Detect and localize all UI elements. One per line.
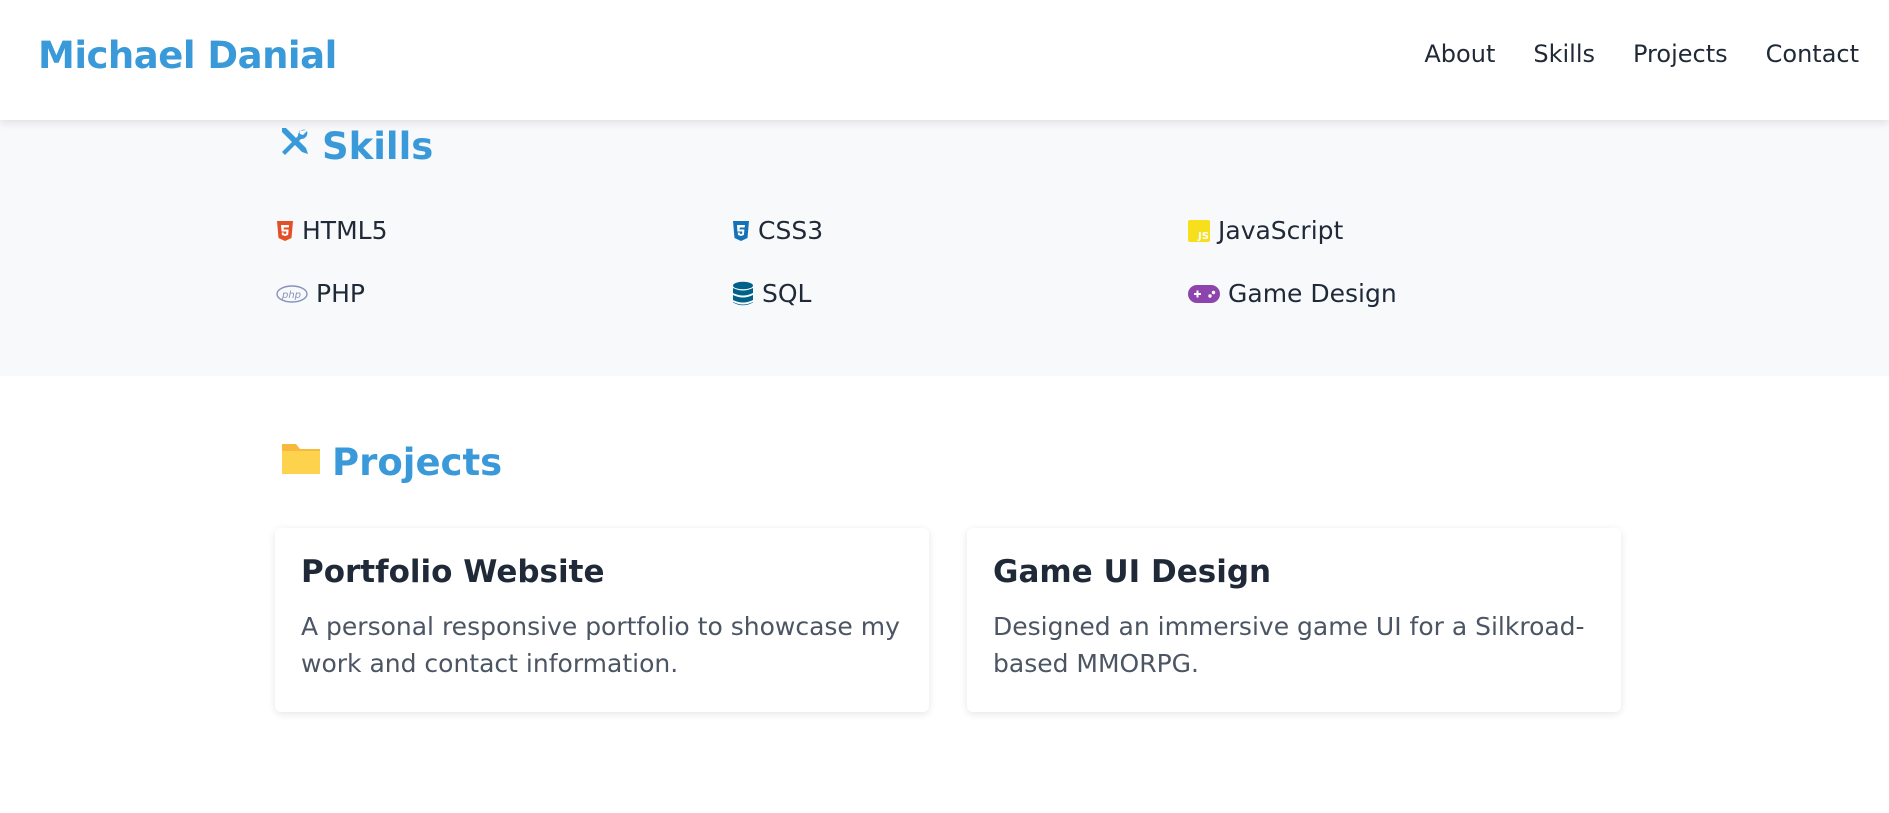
css3-icon — [732, 220, 750, 242]
svg-text:JS: JS — [1197, 231, 1209, 242]
brand-logo[interactable]: Michael Danial — [38, 34, 337, 77]
skill-item-game-design: Game Design — [1188, 279, 1397, 308]
skill-item-php: php PHP — [276, 279, 365, 308]
project-card-title: Game UI Design — [993, 554, 1272, 590]
javascript-icon: JS — [1188, 219, 1210, 242]
database-icon — [732, 281, 754, 307]
folder-icon — [280, 440, 322, 485]
projects-heading: Projects — [280, 440, 502, 485]
project-card-game-ui[interactable]: Game UI Design Designed an immersive gam… — [967, 528, 1621, 712]
nav-link-skills[interactable]: Skills — [1533, 40, 1595, 68]
skill-label: JavaScript — [1218, 216, 1344, 245]
project-card-title: Portfolio Website — [301, 554, 605, 590]
project-card-description: A personal responsive portfolio to showc… — [301, 612, 900, 678]
skill-item-javascript: JS JavaScript — [1188, 216, 1343, 245]
svg-text:php: php — [281, 290, 301, 301]
main-nav: About Skills Projects Contact — [1424, 40, 1859, 68]
project-card-description: Designed an immersive game UI for a Silk… — [993, 612, 1585, 678]
nav-link-contact[interactable]: Contact — [1766, 40, 1859, 68]
skills-title: Skills — [322, 125, 434, 168]
gamepad-icon — [1188, 284, 1220, 304]
skill-label: HTML5 — [302, 216, 388, 245]
skill-label: Game Design — [1228, 279, 1397, 308]
tools-icon — [276, 124, 312, 169]
skill-label: SQL — [762, 279, 812, 308]
nav-link-projects[interactable]: Projects — [1633, 40, 1728, 68]
projects-title: Projects — [332, 441, 503, 484]
skill-label: PHP — [316, 279, 365, 308]
skill-label: CSS3 — [758, 216, 824, 245]
project-card-portfolio[interactable]: Portfolio Website A personal responsive … — [275, 528, 929, 712]
skill-item-html5: HTML5 — [276, 216, 387, 245]
skills-heading: Skills — [276, 124, 433, 169]
html5-icon — [276, 220, 294, 242]
skill-item-css3: CSS3 — [732, 216, 823, 245]
skill-item-sql: SQL — [732, 279, 811, 308]
php-icon: php — [276, 284, 308, 303]
nav-link-about[interactable]: About — [1424, 40, 1495, 68]
site-header: Michael Danial About Skills Projects Con… — [0, 0, 1889, 120]
skills-section: Skills HTML5 CSS3 JS JavaScript php PHP … — [0, 120, 1889, 376]
